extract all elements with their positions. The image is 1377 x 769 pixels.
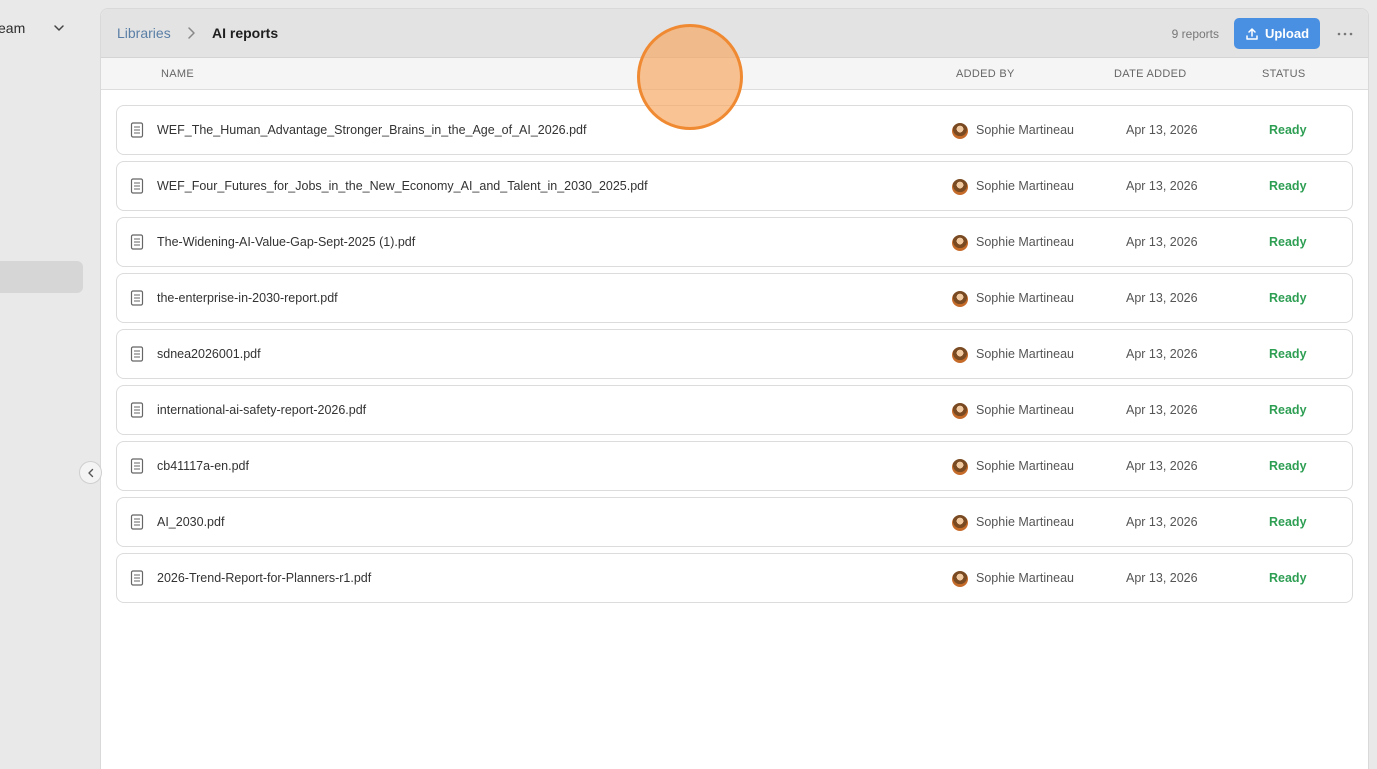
file-name[interactable]: WEF_Four_Futures_for_Jobs_in_the_New_Eco… bbox=[157, 179, 648, 193]
date-added: Apr 13, 2026 bbox=[1126, 123, 1198, 137]
upload-button[interactable]: Upload bbox=[1234, 18, 1320, 49]
report-list: WEF_The_Human_Advantage_Stronger_Brains_… bbox=[116, 105, 1353, 609]
status-badge: Ready bbox=[1269, 515, 1307, 529]
date-added: Apr 13, 2026 bbox=[1126, 347, 1198, 361]
upload-icon bbox=[1246, 27, 1258, 40]
click-indicator bbox=[637, 24, 743, 130]
library-panel: Libraries AI reports 9 reports Upload NA… bbox=[100, 8, 1369, 769]
avatar bbox=[952, 403, 968, 419]
document-icon bbox=[130, 290, 144, 306]
table-row[interactable]: international-ai-safety-report-2026.pdf … bbox=[116, 385, 1353, 435]
date-added: Apr 13, 2026 bbox=[1126, 291, 1198, 305]
date-added: Apr 13, 2026 bbox=[1126, 235, 1198, 249]
document-icon bbox=[130, 346, 144, 362]
document-icon bbox=[130, 234, 144, 250]
added-by: Sophie Martineau bbox=[976, 179, 1074, 193]
avatar bbox=[952, 179, 968, 195]
table-row[interactable]: AI_2030.pdf Sophie Martineau Apr 13, 202… bbox=[116, 497, 1353, 547]
document-icon bbox=[130, 570, 144, 586]
document-icon bbox=[130, 514, 144, 530]
table-row[interactable]: 2026-Trend-Report-for-Planners-r1.pdf So… bbox=[116, 553, 1353, 603]
table-row[interactable]: sdnea2026001.pdf Sophie Martineau Apr 13… bbox=[116, 329, 1353, 379]
avatar bbox=[952, 571, 968, 587]
date-added: Apr 13, 2026 bbox=[1126, 179, 1198, 193]
column-header-name[interactable]: NAME bbox=[161, 68, 194, 80]
date-added: Apr 13, 2026 bbox=[1126, 403, 1198, 417]
column-header-date-added[interactable]: DATE ADDED bbox=[1114, 68, 1186, 80]
table-row[interactable]: cb41117a-en.pdf Sophie Martineau Apr 13,… bbox=[116, 441, 1353, 491]
file-name[interactable]: The-Widening-AI-Value-Gap-Sept-2025 (1).… bbox=[157, 235, 415, 249]
avatar bbox=[952, 235, 968, 251]
avatar bbox=[952, 347, 968, 363]
avatar bbox=[952, 291, 968, 307]
table-row[interactable]: the-enterprise-in-2030-report.pdf Sophie… bbox=[116, 273, 1353, 323]
added-by: Sophie Martineau bbox=[976, 515, 1074, 529]
upload-label: Upload bbox=[1264, 26, 1310, 41]
added-by: Sophie Martineau bbox=[976, 235, 1074, 249]
chevron-down-icon[interactable] bbox=[52, 21, 66, 35]
table-row[interactable]: The-Widening-AI-Value-Gap-Sept-2025 (1).… bbox=[116, 217, 1353, 267]
breadcrumb-current: AI reports bbox=[212, 25, 279, 41]
added-by: Sophie Martineau bbox=[976, 459, 1074, 473]
status-badge: Ready bbox=[1269, 571, 1307, 585]
status-badge: Ready bbox=[1269, 291, 1307, 305]
more-options-button[interactable] bbox=[1332, 23, 1358, 45]
added-by: Sophie Martineau bbox=[976, 123, 1074, 137]
chevron-right-icon bbox=[188, 27, 195, 39]
date-added: Apr 13, 2026 bbox=[1126, 571, 1198, 585]
status-badge: Ready bbox=[1269, 347, 1307, 361]
sidebar: eam bbox=[0, 0, 92, 769]
date-added: Apr 13, 2026 bbox=[1126, 459, 1198, 473]
more-horizontal-icon bbox=[1337, 32, 1353, 36]
table-row[interactable]: WEF_The_Human_Advantage_Stronger_Brains_… bbox=[116, 105, 1353, 155]
added-by: Sophie Martineau bbox=[976, 347, 1074, 361]
table-row[interactable]: WEF_Four_Futures_for_Jobs_in_the_New_Eco… bbox=[116, 161, 1353, 211]
file-name[interactable]: 2026-Trend-Report-for-Planners-r1.pdf bbox=[157, 571, 371, 585]
added-by: Sophie Martineau bbox=[976, 291, 1074, 305]
sidebar-collapse-button[interactable] bbox=[79, 461, 102, 484]
status-badge: Ready bbox=[1269, 403, 1307, 417]
status-badge: Ready bbox=[1269, 235, 1307, 249]
team-label: eam bbox=[0, 20, 26, 36]
status-badge: Ready bbox=[1269, 123, 1307, 137]
team-switcher[interactable]: eam bbox=[0, 18, 80, 38]
date-added: Apr 13, 2026 bbox=[1126, 515, 1198, 529]
file-name[interactable]: sdnea2026001.pdf bbox=[157, 347, 261, 361]
column-header-status[interactable]: STATUS bbox=[1262, 68, 1306, 80]
file-name[interactable]: cb41117a-en.pdf bbox=[157, 459, 249, 473]
avatar bbox=[952, 515, 968, 531]
column-header-added-by[interactable]: ADDED BY bbox=[956, 68, 1015, 80]
breadcrumb-libraries[interactable]: Libraries bbox=[117, 25, 171, 41]
avatar bbox=[952, 459, 968, 475]
document-icon bbox=[130, 402, 144, 418]
file-name[interactable]: AI_2030.pdf bbox=[157, 515, 224, 529]
file-name[interactable]: international-ai-safety-report-2026.pdf bbox=[157, 403, 366, 417]
file-name[interactable]: the-enterprise-in-2030-report.pdf bbox=[157, 291, 338, 305]
document-icon bbox=[130, 178, 144, 194]
report-count: 9 reports bbox=[1171, 27, 1219, 41]
sidebar-item-active[interactable] bbox=[0, 261, 83, 293]
added-by: Sophie Martineau bbox=[976, 571, 1074, 585]
chevron-left-icon bbox=[87, 468, 93, 477]
added-by: Sophie Martineau bbox=[976, 403, 1074, 417]
document-icon bbox=[130, 458, 144, 474]
status-badge: Ready bbox=[1269, 179, 1307, 193]
document-icon bbox=[130, 122, 144, 138]
file-name[interactable]: WEF_The_Human_Advantage_Stronger_Brains_… bbox=[157, 123, 586, 137]
avatar bbox=[952, 123, 968, 139]
status-badge: Ready bbox=[1269, 459, 1307, 473]
